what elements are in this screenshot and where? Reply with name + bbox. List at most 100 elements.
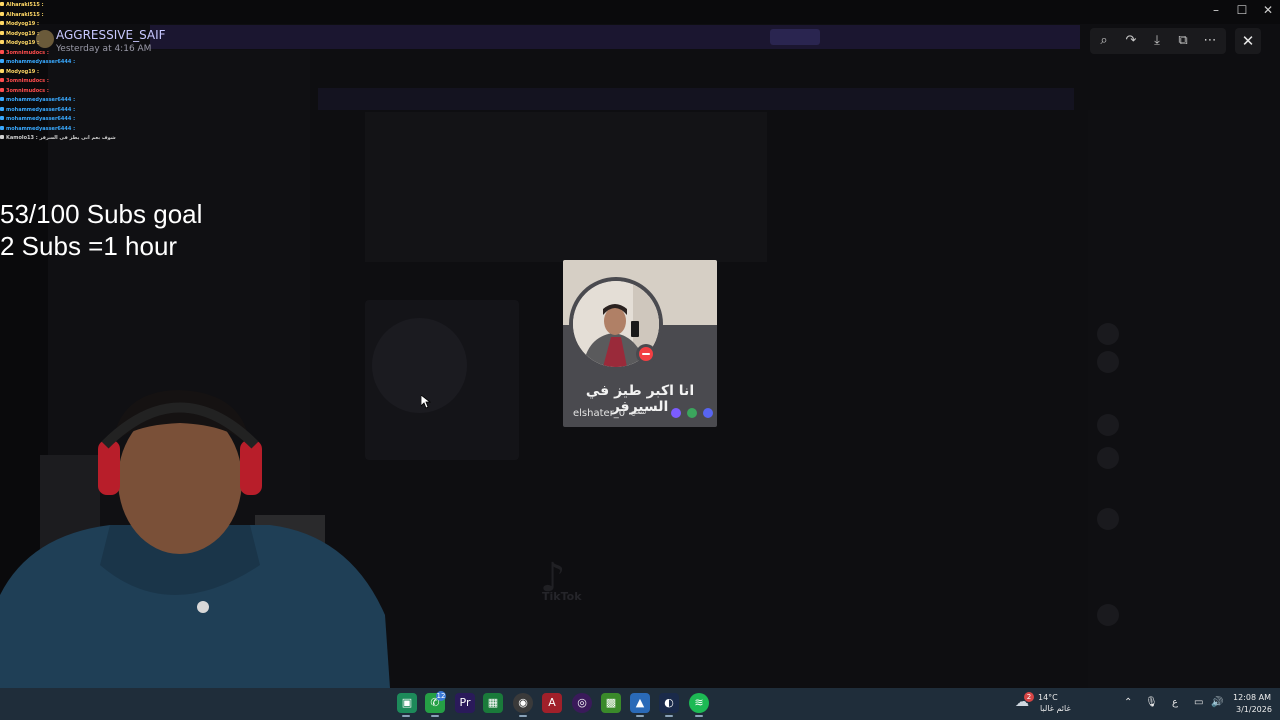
stream-chat-overlay: Alharaki515 : Alharaki515 : Modyog19 : Mody… xyxy=(0,1,116,144)
chat-username: mohammedyasser6444 : xyxy=(6,106,76,113)
photos-icon[interactable]: ▲ xyxy=(630,693,650,713)
chat-line: Kamolo13 : شوف بعم انى يطز فى السرفر xyxy=(0,134,116,144)
chat-username: 3omnimudocs : xyxy=(6,87,49,94)
member-avatar xyxy=(1097,447,1119,469)
mouse-cursor-icon xyxy=(421,395,431,409)
chat-badge-icon xyxy=(0,125,4,130)
badge-icon xyxy=(687,408,697,418)
obs-icon[interactable]: ◉ xyxy=(513,693,533,713)
window-close-icon[interactable]: ✕ xyxy=(1256,3,1280,17)
browser-icon[interactable]: ◎ xyxy=(572,693,592,713)
member-avatar xyxy=(1097,508,1119,530)
faded-image-attachment xyxy=(365,112,767,262)
tiktok-label: TikTok xyxy=(542,590,582,603)
chat-badge-icon xyxy=(0,97,4,101)
chat-username: Modyog19 : xyxy=(6,30,39,37)
chat-badge-icon xyxy=(0,2,4,6)
microphone-icon[interactable]: 🎙 xyxy=(1145,697,1158,708)
download-icon[interactable]: ⤓ xyxy=(1148,33,1166,48)
chat-badge-icon xyxy=(0,49,4,54)
chat-username: mohammedyasser6444 : xyxy=(6,116,76,122)
minecraft-icon[interactable]: ▩ xyxy=(601,693,621,713)
tray-chevron-icon[interactable]: ⌃ xyxy=(1124,697,1132,708)
weather-desc[interactable]: غائم غالبا xyxy=(1040,704,1071,713)
chat-line: mohammedyasser6444 : xyxy=(0,58,95,68)
profile-tag: شغلع xyxy=(631,408,647,416)
sheets-icon[interactable]: ▦ xyxy=(483,693,503,713)
member-avatar xyxy=(1097,323,1119,345)
member-avatar xyxy=(1097,351,1119,373)
clock-date[interactable]: 3/1/2026 xyxy=(1236,705,1272,714)
chat-badge-icon xyxy=(0,135,4,139)
chat-line: Modyog19 : xyxy=(0,68,95,78)
more-icon[interactable]: ⋯ xyxy=(1201,33,1219,48)
banner-button[interactable] xyxy=(770,29,820,45)
app-icon[interactable]: ▣ xyxy=(397,693,417,713)
minimize-icon[interactable]: – xyxy=(1204,3,1228,17)
chat-badge-icon xyxy=(0,30,4,35)
member-avatar xyxy=(1097,414,1119,436)
member-list xyxy=(1088,110,1280,688)
chat-line: 3omnimudocs : xyxy=(0,49,95,59)
chat-username: Modyog19 : xyxy=(6,40,39,46)
streamer-webcam xyxy=(0,390,390,688)
subs-rate: 2 Subs =1 hour xyxy=(0,231,178,261)
profile-card-image: انا اكبر طيز في السيرفر elshater_0 شغلع xyxy=(563,260,717,427)
spotify-icon[interactable]: ≋ xyxy=(689,693,709,713)
volume-icon[interactable]: 🔊 xyxy=(1211,697,1223,708)
running-indicator xyxy=(665,715,673,717)
chat-badge-icon xyxy=(0,116,4,120)
chat-line: Modyog19 : xyxy=(0,39,95,49)
chat-badge-icon xyxy=(0,68,4,73)
chat-line: Alharaki515 : xyxy=(0,1,95,11)
chat-badge-icon xyxy=(0,106,4,111)
chat-line: mohammedyasser6444 : xyxy=(0,115,95,125)
running-indicator xyxy=(636,715,644,717)
profile-username: elshater_0 xyxy=(573,408,626,419)
chat-badge-icon xyxy=(0,11,4,16)
clock-time[interactable]: 12:08 AM xyxy=(1233,693,1271,702)
member-avatar xyxy=(1097,604,1119,626)
whatsapp-badge: 12 xyxy=(436,691,446,701)
chat-line: mohammedyasser6444 : xyxy=(0,96,95,106)
chat-username: mohammedyasser6444 : xyxy=(6,125,76,132)
chat-line: 3omnimudocs : xyxy=(0,77,95,87)
chat-badge-icon xyxy=(0,40,4,44)
running-indicator xyxy=(431,715,439,717)
chat-badge-icon xyxy=(0,78,4,82)
chat-username: Kamolo13 : شوف بعم انى يطز فى السرفر xyxy=(6,135,116,141)
chat-badge-icon xyxy=(0,21,4,25)
chat-username: Modyog19 : xyxy=(6,21,39,27)
acrobat-icon[interactable]: A xyxy=(542,693,562,713)
running-indicator xyxy=(402,715,410,717)
chat-line: mohammedyasser6444 : xyxy=(0,106,95,116)
window-titlebar xyxy=(0,0,1280,24)
premiere-icon[interactable]: Pr xyxy=(455,693,475,713)
dnd-status-icon xyxy=(636,344,656,364)
chat-username: 3omnimudocs : xyxy=(6,49,49,56)
badge-icon xyxy=(671,408,681,418)
chat-line: mohammedyasser6444 : xyxy=(0,125,95,135)
weather-badge: 2 xyxy=(1024,692,1034,702)
running-indicator xyxy=(519,715,527,717)
chat-badge-icon xyxy=(0,87,4,92)
chat-line: Alharaki515 : xyxy=(0,11,95,21)
chat-badge-icon xyxy=(0,59,4,63)
open-external-icon[interactable]: ⧉ xyxy=(1174,33,1192,48)
maximize-icon[interactable]: ☐ xyxy=(1230,3,1254,17)
chat-username: 3omnimudocs : xyxy=(6,78,49,84)
network-icon[interactable]: ▭ xyxy=(1194,697,1203,708)
forward-icon[interactable]: ↷ xyxy=(1122,33,1140,48)
weather-temp[interactable]: 14°C xyxy=(1038,693,1058,702)
chat-line: Modyog19 : xyxy=(0,20,95,30)
pinned-bar xyxy=(318,88,1074,110)
chat-line: 3omnimudocs : xyxy=(0,87,95,97)
subs-goal: 53/100 Subs goal xyxy=(0,199,203,229)
close-icon[interactable]: ✕ xyxy=(1235,28,1261,54)
language-indicator[interactable]: ع xyxy=(1172,697,1178,708)
steam-icon[interactable]: ◐ xyxy=(659,693,679,713)
chat-line: Modyog19 : xyxy=(0,30,95,40)
zoom-icon[interactable]: ⌕ xyxy=(1095,33,1113,48)
notice-banner xyxy=(150,25,1080,49)
running-indicator xyxy=(695,715,703,717)
